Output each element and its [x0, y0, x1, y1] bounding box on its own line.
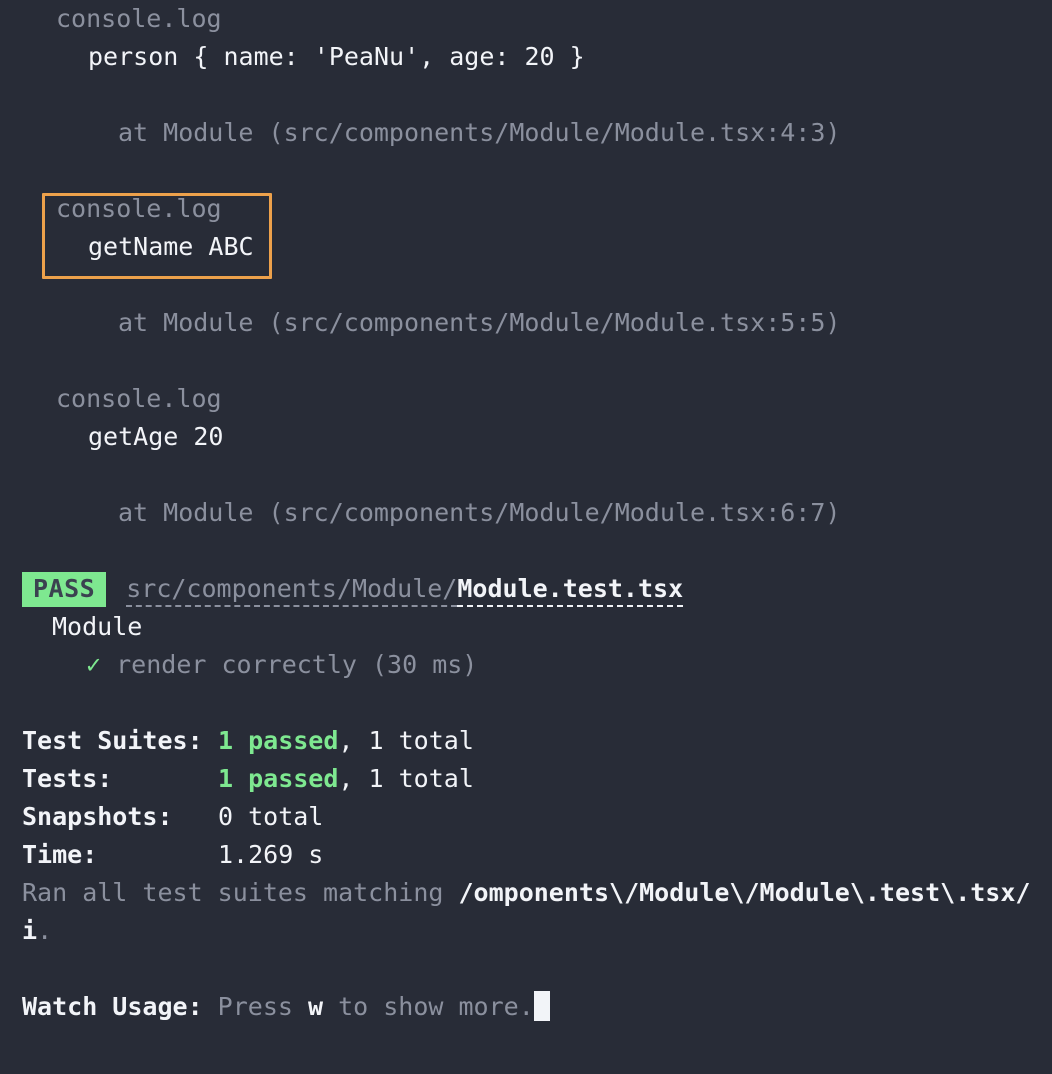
test-case-row: ✓ render correctly (30 ms) [0, 646, 1052, 684]
ran-suites-suffix: . [37, 916, 53, 945]
summary-total-count: , 1 total [338, 726, 474, 755]
summary-passed-count: 1 passed [218, 726, 339, 755]
terminal-cursor [533, 991, 550, 1021]
summary-total-count: 0 total [218, 802, 324, 831]
terminal-window: console.log person { name: 'PeaNu', age:… [0, 0, 1052, 1074]
summary-label: Test Suites: [22, 726, 203, 755]
console-log-value: person { name: 'PeaNu', age: 20 } [88, 42, 585, 71]
summary-label: Snapshots: [22, 802, 173, 831]
console-log-entry: console.log person { name: 'PeaNu', age:… [0, 0, 1052, 152]
test-suite-header: PASS src/components/Module/Module.test.t… [0, 570, 1052, 608]
test-file-directory: src/components/Module/ [126, 574, 458, 607]
watch-usage-key[interactable]: w [308, 992, 323, 1021]
console-log-title: console.log [56, 384, 222, 413]
summary-row-tests: Tests: 1 passed, 1 total [0, 760, 1052, 798]
test-case-label-text: render correctly (30 ms) [116, 650, 478, 679]
console-log-title: console.log [56, 4, 222, 33]
test-file-name: Module.test.tsx [457, 574, 684, 607]
check-icon: ✓ [86, 650, 102, 679]
console-log-stack: at Module (src/components/Module/Module.… [118, 498, 841, 527]
watch-usage-line[interactable]: Watch Usage: Press w to show more. [0, 988, 1052, 1026]
ran-suites-prefix: Ran all test suites matching [22, 878, 459, 907]
console-log-stack: at Module (src/components/Module/Module.… [118, 118, 841, 147]
summary-row-test-suites: Test Suites: 1 passed, 1 total [0, 722, 1052, 760]
console-log-value: getAge 20 [88, 422, 224, 451]
watch-usage-text-after: to show more. [323, 992, 534, 1021]
summary-label: Time: [22, 840, 98, 869]
summary-time-value: 1.269 s [218, 840, 324, 869]
console-log-entry: console.log getAge 20 at Module (src/com… [0, 380, 1052, 532]
test-file-path: src/components/Module/Module.test.tsx [126, 570, 684, 608]
console-log-entry-highlighted: console.log getName ABC at Module (src/c… [0, 190, 1052, 342]
console-log-value: getName ABC [88, 232, 254, 261]
summary-row-time: Time: 1.269 s [0, 836, 1052, 874]
test-case-label: render correctly (30 ms) [101, 650, 477, 679]
status-badge: PASS [22, 572, 107, 607]
summary-row-snapshots: Snapshots: 0 total [0, 798, 1052, 836]
console-log-stack: at Module (src/components/Module/Module.… [118, 308, 841, 337]
watch-usage-text-before: Press [202, 992, 308, 1021]
summary-label: Tests: [22, 764, 113, 793]
describe-block-name: Module [52, 612, 143, 641]
summary-passed-count: 1 passed [218, 764, 339, 793]
console-log-title: console.log [56, 194, 222, 223]
ran-suites-line: Ran all test suites matching /omponents\… [0, 874, 1052, 950]
watch-usage-label: Watch Usage: [22, 992, 203, 1021]
summary-total-count: , 1 total [338, 764, 474, 793]
